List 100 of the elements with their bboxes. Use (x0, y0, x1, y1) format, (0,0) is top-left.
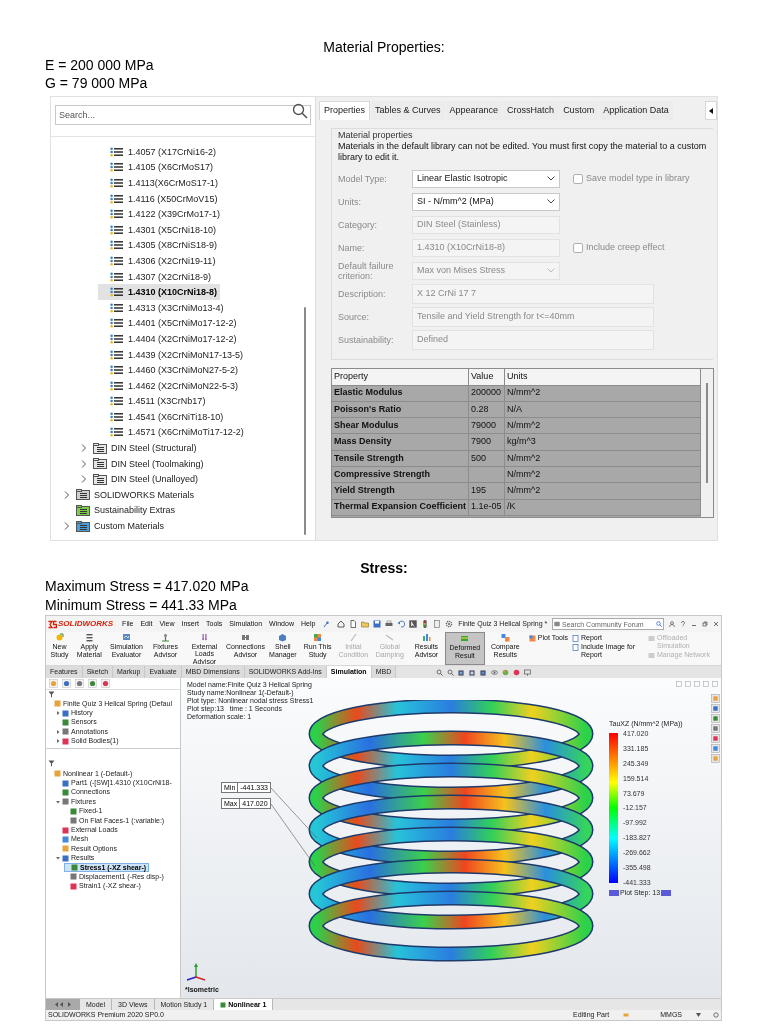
printer-icon[interactable] (385, 620, 394, 628)
table-cell: N/mm^2 (504, 482, 701, 500)
table-cell: 0.28 (468, 401, 505, 418)
tab[interactable]: Tables & Curves (371, 101, 445, 120)
undo-icon[interactable] (397, 620, 406, 628)
expander-icon[interactable] (56, 739, 60, 744)
tree-item[interactable]: 1.4404 (X2CrNiMo17-12-2) (98, 331, 240, 347)
tool-icon (421, 633, 431, 642)
tool-icon (500, 633, 510, 642)
tool-icon (648, 651, 655, 659)
search-field[interactable]: Search... (55, 105, 311, 125)
chevron-icon[interactable] (64, 522, 70, 531)
step-forward-button[interactable] (661, 890, 672, 896)
table-cell: Poisson's Ratio (332, 401, 469, 418)
note-text: Materials in the default library can not be edited. You must first copy the material to a custom library to edit it. (338, 141, 707, 163)
tree-item[interactable]: SOLIDWORKS Materials (64, 487, 198, 503)
tree-item[interactable]: 1.4541 (X6CrNiTi18-10) (98, 409, 227, 425)
stress-text: Minimum Stress = 441.33 MPa (45, 596, 237, 615)
table-cell: Tensile Strength (332, 450, 469, 467)
field-label: Name: (338, 242, 366, 253)
chevron-down-icon (547, 176, 555, 181)
modulus-text: E = 200 000 MPa (45, 56, 154, 74)
tab[interactable]: Application Data (599, 101, 673, 120)
section-heading: Stress: (359, 559, 409, 577)
search-icon[interactable] (292, 103, 308, 119)
chevron-icon[interactable] (64, 490, 70, 499)
paper-icon[interactable] (433, 620, 442, 628)
tree-item[interactable]: 1.4460 (X3CrNiMoN27-5-2) (98, 362, 242, 378)
help-icon[interactable] (680, 621, 686, 627)
chevron-icon[interactable] (81, 475, 87, 484)
table-cell: 500 (468, 450, 505, 467)
tree-item[interactable]: 1.4571 (X6CrNiMoTi17-12-2) (98, 424, 247, 441)
magnifier-icon[interactable] (447, 668, 455, 676)
field-label: Category: (338, 219, 379, 230)
tree-item[interactable]: 1.4113(X6CrMoS17-1) (98, 175, 221, 191)
table-cell: N/A (504, 401, 701, 418)
chevron-down-icon (547, 199, 555, 204)
field-label: Default failure criterion: (338, 260, 395, 281)
tree-item[interactable]: 1.4105 (X6CrMoS17) (98, 159, 217, 176)
field-label: Sustainability: (338, 334, 395, 345)
leader-line (270, 787, 318, 839)
leader-line (270, 803, 316, 867)
table-cell: N/mm^2 (504, 466, 701, 483)
tool-icon (385, 633, 395, 642)
tool-icon (200, 633, 209, 642)
pin-icon[interactable] (323, 620, 330, 628)
eye-icon[interactable] (491, 668, 499, 676)
expander-icon[interactable] (56, 711, 60, 716)
logo-mark-icon (48, 619, 57, 629)
navigation-arrows-button[interactable] (46, 999, 80, 1010)
tree-item[interactable]: 1.4306 (X2CrNi19-11) (98, 253, 219, 269)
tab-scroll-button[interactable] (705, 101, 717, 120)
expander-icon[interactable] (56, 729, 60, 734)
user-icon[interactable] (669, 621, 675, 627)
tree-item[interactable]: 1.4313 (X3CrNiMo13-4) (98, 299, 227, 316)
tree-item[interactable]: 1.4401 (X5CrNiMo17-12-2) (98, 315, 240, 332)
tree-item[interactable]: DIN Steel (Structural) (81, 440, 200, 456)
table-cell: N/mm^2 (504, 450, 701, 467)
tab[interactable]: Appearance (445, 101, 503, 120)
tree-item[interactable]: 1.4116 (X50CrMoV15) (98, 190, 221, 207)
axis-triad-icon (185, 963, 207, 983)
filter-icon[interactable] (48, 760, 55, 767)
chevron-icon[interactable] (81, 444, 87, 453)
column-header: Units (504, 369, 701, 385)
column-header: Value (468, 369, 505, 385)
tool-icon (241, 633, 250, 642)
table-cell: N/mm^2 (504, 385, 701, 402)
scrollbar[interactable] (304, 307, 306, 535)
table-cell: kg/m^3 (504, 433, 701, 451)
traffic-light-icon[interactable] (421, 620, 430, 628)
tab[interactable]: CrossHatch (503, 101, 559, 120)
chevron-down-icon (547, 268, 555, 273)
tree-item[interactable]: 1.4305 (X8CrNiS18-9) (98, 237, 221, 254)
tree-item[interactable]: 1.4511 (X3CrNb17) (98, 393, 209, 410)
tree-item[interactable]: 1.4057 (X17CrNi16-2) (98, 144, 220, 160)
tree-item[interactable]: 1.4462 (X2CrNiMoN22-5-3) (98, 377, 242, 394)
tab[interactable]: Custom (559, 101, 599, 120)
dropdown[interactable]: Linear Elastic Isotropic (412, 169, 560, 188)
tree-item[interactable]: DIN Steel (Unalloyed) (81, 471, 202, 488)
dropdown[interactable]: SI - N/mm^2 (MPa) (412, 192, 560, 211)
tree-item[interactable]: 1.4310 (X10CrNi18-8) (98, 284, 221, 300)
tree-item[interactable]: Custom Materials (64, 518, 168, 534)
tree-item[interactable]: 1.4301 (X5CrNi18-10) (98, 221, 220, 238)
tab[interactable]: Properties (319, 101, 371, 120)
filter-icon[interactable] (48, 691, 55, 698)
caret-icon[interactable] (696, 1013, 701, 1017)
tree-item[interactable]: 1.4122 (X39CrMo17-1) (98, 206, 224, 222)
tree-item[interactable]: Sustainability Extras (64, 502, 179, 519)
tree-item[interactable]: DIN Steel (Toolmaking) (81, 455, 207, 472)
table-cell: Yield Strength (332, 482, 469, 500)
table-cell: 7900 (468, 433, 505, 451)
tree-item[interactable]: 1.4307 (X2CrNi18-9) (98, 268, 215, 285)
tool-icon (160, 633, 170, 642)
chevron-icon[interactable] (81, 459, 87, 468)
monitor-icon[interactable] (524, 668, 532, 676)
tree-item[interactable]: 1.4439 (X2CrNiMoN17-13-5) (98, 346, 247, 363)
search-icon[interactable] (656, 621, 662, 627)
scrollbar[interactable] (701, 369, 713, 517)
cursor-icon[interactable] (409, 620, 418, 628)
magnifier-icon[interactable] (436, 668, 444, 676)
